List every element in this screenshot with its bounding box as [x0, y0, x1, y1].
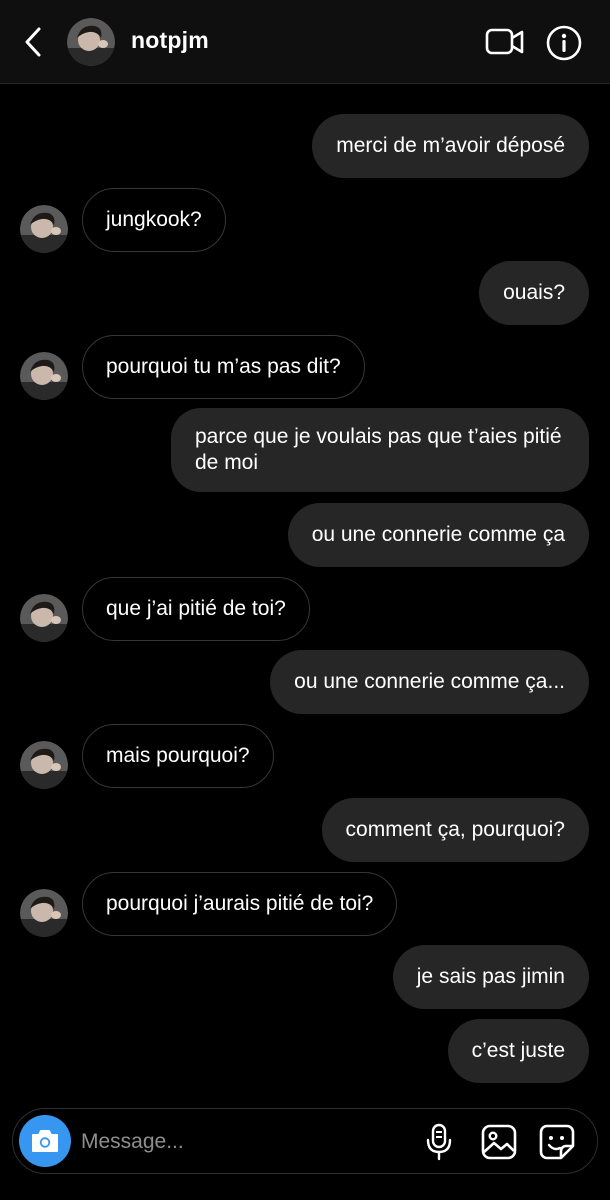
sent-message-bubble[interactable]: ou une connerie comme ça... [270, 650, 589, 714]
avatar[interactable] [20, 594, 68, 642]
received-message-bubble[interactable]: mais pourquoi? [82, 724, 274, 788]
message-composer [12, 1108, 598, 1174]
chat-header: notpjm [0, 0, 610, 84]
camera-button[interactable] [19, 1115, 71, 1167]
avatar[interactable] [20, 352, 68, 400]
video-call-button[interactable] [485, 26, 525, 58]
gallery-icon [481, 1124, 517, 1160]
chat-username[interactable]: notpjm [131, 27, 209, 54]
sent-message-bubble[interactable]: ouais? [479, 261, 589, 325]
video-call-icon [485, 28, 524, 55]
received-message-bubble[interactable]: pourquoi tu m’as pas dit? [82, 335, 365, 399]
avatar[interactable] [20, 889, 68, 937]
avatar[interactable] [20, 741, 68, 789]
info-icon [546, 25, 582, 61]
avatar[interactable] [20, 205, 68, 253]
info-button[interactable] [546, 25, 582, 61]
message-input[interactable] [79, 1121, 403, 1163]
sent-message-bubble[interactable]: parce que je voulais pas que t’aies piti… [171, 408, 589, 492]
sent-message-bubble[interactable]: je sais pas jimin [392, 945, 589, 1009]
sticker-icon [539, 1124, 575, 1160]
sticker-button[interactable] [539, 1124, 575, 1160]
received-message-bubble[interactable]: pourquoi j’aurais pitié de toi? [82, 872, 398, 936]
microphone-button[interactable] [425, 1123, 453, 1161]
microphone-icon [426, 1123, 452, 1161]
received-message-bubble[interactable]: que j’ai pitié de toi? [82, 577, 310, 641]
camera-icon [32, 1130, 58, 1152]
avatar[interactable] [67, 18, 115, 66]
back-button[interactable] [18, 24, 48, 60]
sent-message-bubble[interactable]: c’est juste [447, 1019, 589, 1083]
sent-message-bubble[interactable]: ou une connerie comme ça [287, 503, 589, 567]
sent-message-bubble[interactable]: comment ça, pourquoi? [321, 798, 589, 862]
sent-message-bubble[interactable]: merci de m’avoir déposé [312, 114, 589, 178]
gallery-button[interactable] [481, 1124, 517, 1160]
received-message-bubble[interactable]: jungkook? [82, 188, 226, 252]
chevron-left-icon [25, 27, 41, 57]
